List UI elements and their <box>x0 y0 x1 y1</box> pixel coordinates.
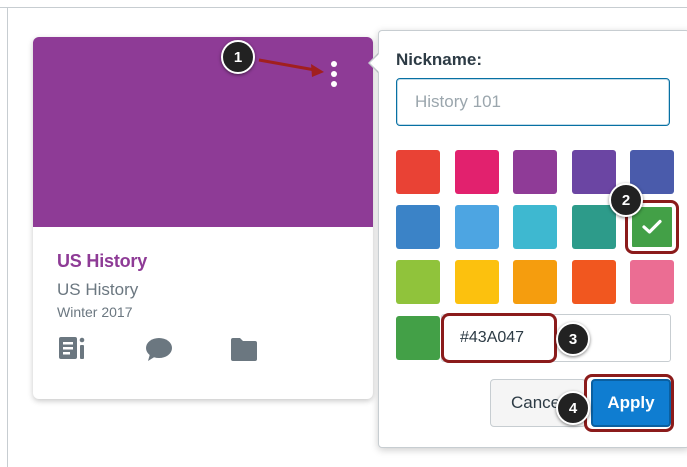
color-swatch[interactable] <box>513 260 557 304</box>
checkmark-icon <box>632 207 672 247</box>
color-swatch[interactable] <box>396 260 440 304</box>
callout-2: 2 <box>609 183 643 217</box>
files-icon[interactable] <box>229 335 259 363</box>
frame-border-left <box>7 7 8 467</box>
course-card-hero[interactable] <box>33 37 373 227</box>
hex-input-highlight <box>441 313 557 363</box>
course-options-icon[interactable] <box>327 57 341 97</box>
selected-color-preview <box>396 316 440 360</box>
nickname-label: Nickname: <box>396 50 482 69</box>
discussions-icon[interactable] <box>144 335 174 363</box>
apply-button-highlight <box>584 374 674 432</box>
color-swatch[interactable] <box>630 260 674 304</box>
color-swatch[interactable] <box>571 205 616 249</box>
course-term: Winter 2017 <box>57 304 133 320</box>
color-swatch[interactable] <box>454 205 499 249</box>
callout-3: 3 <box>556 322 590 356</box>
color-swatch[interactable] <box>513 150 557 194</box>
callout-1: 1 <box>221 40 255 74</box>
color-swatch[interactable] <box>396 205 440 249</box>
course-card-actions <box>33 335 373 365</box>
color-swatch[interactable] <box>454 260 499 304</box>
announcements-icon[interactable] <box>57 335 87 363</box>
frame-border-top <box>0 7 687 8</box>
color-swatch[interactable] <box>396 150 440 194</box>
color-swatch[interactable] <box>571 150 616 194</box>
color-swatch[interactable] <box>571 260 616 304</box>
popover-arrow-inner <box>370 53 380 73</box>
course-card[interactable]: US History US History Winter 2017 <box>33 37 373 399</box>
course-title[interactable]: US History <box>57 251 147 272</box>
color-swatch[interactable] <box>454 150 499 194</box>
callout-4: 4 <box>556 391 590 425</box>
course-subtitle: US History <box>57 280 139 299</box>
color-swatch[interactable] <box>513 205 557 249</box>
nickname-input[interactable] <box>396 78 670 126</box>
